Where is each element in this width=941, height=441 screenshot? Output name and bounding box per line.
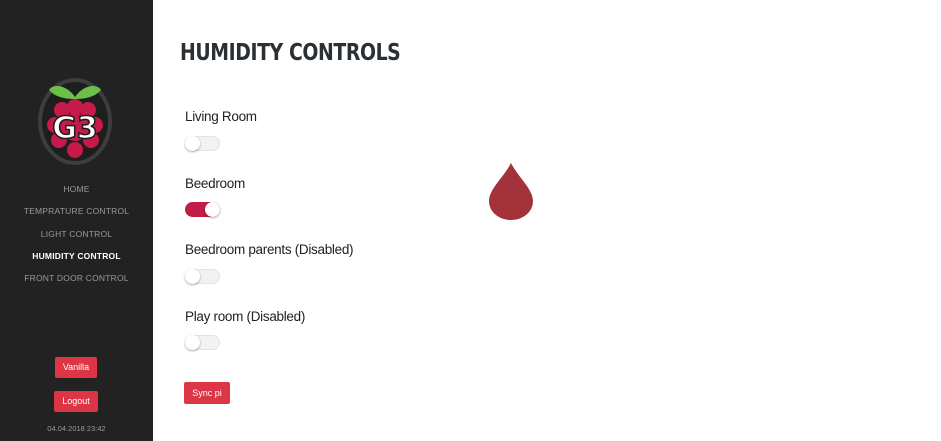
beedroom-toggle[interactable]: [185, 202, 220, 217]
nav-front-door-control[interactable]: FRONT DOOR CONTROL: [0, 267, 153, 289]
control-beedroom: Beedroom: [185, 176, 245, 217]
control-label: Living Room: [185, 109, 257, 124]
sync-pi-button[interactable]: Sync pi: [184, 382, 230, 404]
nav-humidity-control[interactable]: HUMIDITY CONTROL: [0, 245, 153, 267]
nav-light-control[interactable]: LIGHT CONTROL: [0, 223, 153, 245]
page-title: HUMIDITY CONTROLS: [180, 40, 401, 66]
living-room-toggle[interactable]: [185, 136, 220, 151]
user-button[interactable]: Vanilla: [55, 357, 97, 378]
control-label: Play room (Disabled): [185, 309, 306, 324]
toggle-knob: [185, 136, 200, 151]
datetime-text: 04.04.2018 23:42: [47, 424, 106, 433]
play-room-toggle[interactable]: [185, 335, 220, 350]
control-living-room: Living Room: [185, 109, 257, 151]
beedroom-parents-toggle[interactable]: [185, 269, 220, 284]
control-label: Beedroom: [185, 176, 245, 191]
main-content: HUMIDITY CONTROLS Living Room Beedroom B…: [153, 0, 941, 441]
main-nav: HOME TEMPRATURE CONTROL LIGHT CONTROL HU…: [0, 178, 153, 289]
nav-home[interactable]: HOME: [0, 178, 153, 200]
control-play-room: Play room (Disabled): [185, 309, 306, 350]
control-beedroom-parents: Beedroom parents (Disabled): [185, 242, 354, 284]
toggle-knob: [185, 335, 200, 350]
raspberry-pi-logo: G3: [38, 78, 112, 165]
nav-temperature-control[interactable]: TEMPRATURE CONTROL: [0, 200, 153, 222]
toggle-knob: [185, 269, 200, 284]
logout-button[interactable]: Logout: [54, 391, 98, 412]
logo-text: G3: [52, 111, 98, 146]
water-drop-icon: [489, 163, 533, 220]
sidebar: G3 HOME TEMPRATURE CONTROL LIGHT CONTROL…: [0, 0, 153, 441]
toggle-knob: [205, 202, 220, 217]
control-label: Beedroom parents (Disabled): [185, 242, 354, 257]
